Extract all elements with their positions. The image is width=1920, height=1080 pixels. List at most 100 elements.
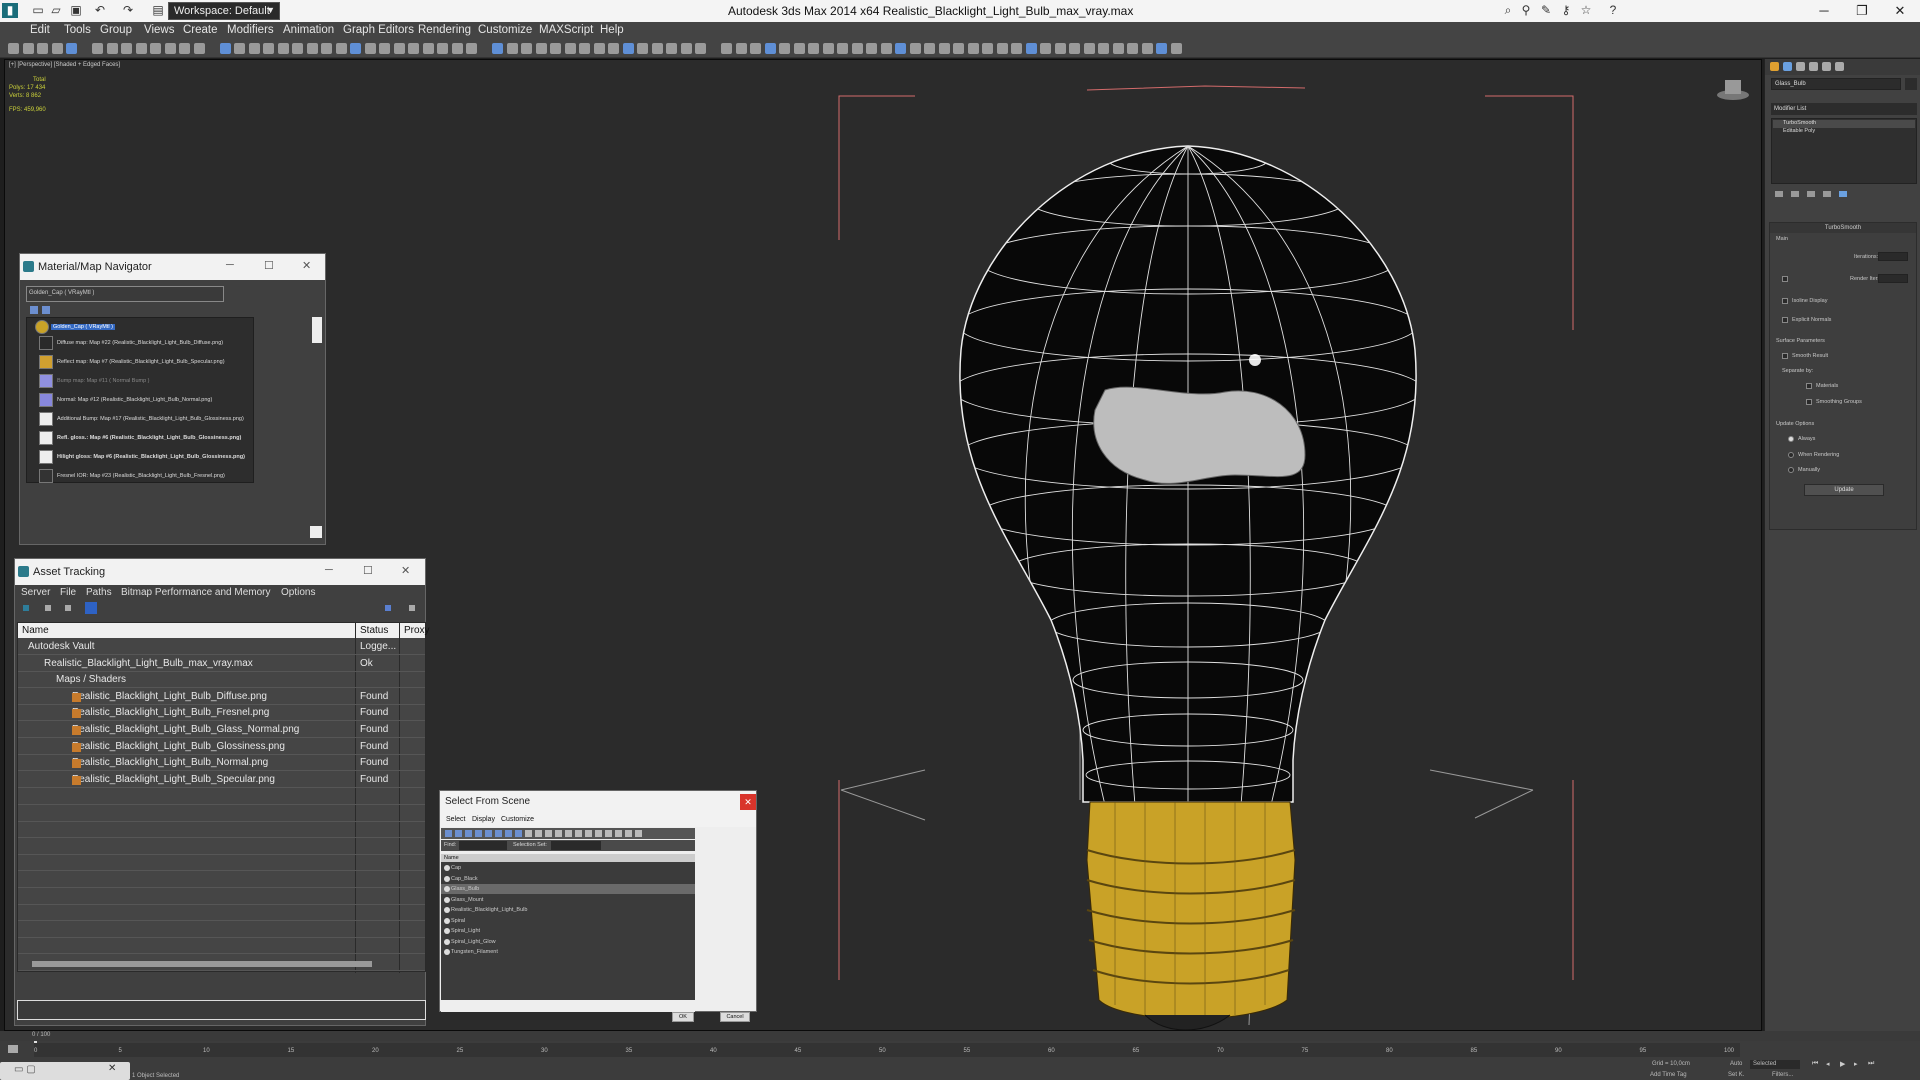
close-icon[interactable]: ✕ bbox=[401, 564, 410, 577]
percent-snap-tool-icon[interactable] bbox=[277, 43, 289, 54]
table-row[interactable]: Maps / Shaders bbox=[18, 672, 425, 689]
table-row[interactable]: Realistic_Blacklight_Light_Bulb_Diffuse.… bbox=[18, 689, 425, 705]
material-editor-tool-icon[interactable] bbox=[895, 43, 906, 54]
configure-sets-icon[interactable] bbox=[1839, 191, 1847, 197]
pivot-tool-icon[interactable] bbox=[1156, 43, 1167, 54]
move-tool-icon[interactable] bbox=[1098, 43, 1109, 54]
menu-tools[interactable]: Tools bbox=[64, 24, 91, 36]
object-name-field[interactable]: Glass_Bulb bbox=[1771, 78, 1901, 90]
menu-paths[interactable]: Paths bbox=[86, 587, 112, 598]
percent-snap-tool-icon[interactable] bbox=[764, 43, 776, 54]
align-tool-icon[interactable] bbox=[335, 43, 347, 54]
filter-toggle-icon[interactable] bbox=[605, 830, 612, 837]
bind-space-warp-tool-icon[interactable] bbox=[535, 43, 547, 54]
graphite-tool-icon[interactable] bbox=[851, 43, 863, 54]
curve-editor-tool-icon[interactable] bbox=[379, 43, 390, 54]
col-status[interactable]: Status bbox=[360, 625, 388, 636]
select-link-tool-icon[interactable] bbox=[506, 43, 518, 54]
filter-toggle-icon[interactable] bbox=[615, 830, 622, 837]
angle-snap-tool-icon[interactable] bbox=[750, 43, 761, 54]
manually-radio[interactable] bbox=[1788, 467, 1794, 473]
filter-toggle-icon[interactable] bbox=[445, 830, 452, 837]
filter-toggle-icon[interactable] bbox=[575, 830, 582, 837]
mirror-tool-icon[interactable] bbox=[321, 43, 332, 54]
redo-icon[interactable]: ↷ bbox=[120, 3, 136, 18]
render-iterative-tool-icon[interactable] bbox=[953, 43, 964, 54]
tree-scrollbar[interactable] bbox=[312, 317, 322, 343]
spinner-snap-tool-icon[interactable] bbox=[292, 43, 303, 54]
go-to-end-icon[interactable]: ⏭ bbox=[1868, 1060, 1874, 1068]
iterations-spinner[interactable] bbox=[1878, 252, 1908, 261]
col-name[interactable]: Name bbox=[22, 625, 49, 636]
sfs-menu-display[interactable]: Display bbox=[472, 816, 495, 823]
schematic-tool-icon[interactable] bbox=[880, 43, 892, 54]
list-mode-icon[interactable] bbox=[85, 602, 97, 614]
smoothing-groups-checkbox[interactable] bbox=[1806, 399, 1812, 405]
ref-coord-tool-icon[interactable] bbox=[666, 43, 677, 54]
window-crossing-tool-icon[interactable] bbox=[121, 43, 132, 54]
move-tool-icon[interactable] bbox=[622, 43, 634, 54]
workspace-dropdown[interactable]: Workspace: Default ▼ bbox=[168, 2, 280, 20]
scene-object-item[interactable]: Glass_Bulb bbox=[441, 884, 695, 894]
app-logo-icon[interactable]: ▮ bbox=[2, 3, 18, 18]
render-tool-icon[interactable] bbox=[451, 43, 463, 54]
layer-manager-tool-icon[interactable] bbox=[837, 43, 848, 54]
sfs-menu-customize[interactable]: Customize bbox=[501, 816, 534, 823]
stack-item-editable-poly[interactable]: Editable Poly bbox=[1773, 128, 1815, 134]
list-view-icon[interactable] bbox=[30, 306, 38, 314]
filter-toggle-icon[interactable] bbox=[505, 830, 512, 837]
menu-bitmap-performance[interactable]: Bitmap Performance and Memory bbox=[121, 587, 271, 598]
select-link-tool-icon[interactable] bbox=[8, 43, 19, 54]
rendered-frame-tool-icon[interactable] bbox=[924, 43, 935, 54]
refresh-icon[interactable] bbox=[45, 605, 51, 611]
navigator-search-field[interactable]: Golden_Cap ( VRayMtl ) bbox=[26, 286, 224, 302]
star-icon[interactable]: ☆ bbox=[1578, 3, 1594, 18]
scene-object-item[interactable]: Spiral bbox=[441, 916, 695, 926]
filter-toggle-icon[interactable] bbox=[465, 830, 472, 837]
select-by-name-tool-icon[interactable] bbox=[1054, 43, 1066, 54]
mini-curve-editor-icon[interactable] bbox=[8, 1045, 18, 1053]
minimize-icon[interactable]: ─ bbox=[226, 259, 234, 271]
select-by-name-tool-icon[interactable] bbox=[579, 43, 590, 54]
close-button[interactable]: ✕ bbox=[1878, 0, 1920, 22]
explicit-normals-checkbox[interactable] bbox=[1782, 317, 1788, 323]
close-icon[interactable]: ✕ bbox=[302, 259, 311, 272]
go-to-start-icon[interactable]: ⏮ bbox=[1812, 1060, 1818, 1068]
help-icon[interactable]: ? bbox=[1605, 3, 1621, 18]
material-editor-tool-icon[interactable] bbox=[408, 43, 419, 54]
menu-group[interactable]: Group bbox=[100, 24, 132, 36]
menu-server[interactable]: Server bbox=[21, 587, 50, 598]
filter-toggle-icon[interactable] bbox=[545, 830, 552, 837]
scene-object-item[interactable]: Cap_Black bbox=[441, 874, 695, 884]
open-file-icon[interactable]: ▱ bbox=[48, 3, 64, 18]
graphite-tool-icon[interactable] bbox=[364, 43, 376, 54]
menu-help[interactable]: Help bbox=[600, 24, 624, 36]
table-row[interactable]: Realistic_Blacklight_Light_Bulb_Glossine… bbox=[18, 739, 425, 755]
manipulate-tool-icon[interactable] bbox=[219, 43, 231, 54]
bind-space-warp-tool-icon[interactable] bbox=[1011, 43, 1022, 54]
filter-toggle-icon[interactable] bbox=[485, 830, 492, 837]
filter-toggle-icon[interactable] bbox=[635, 830, 642, 837]
filter-toggle-icon[interactable] bbox=[585, 830, 592, 837]
isoline-checkbox[interactable] bbox=[1782, 298, 1788, 304]
unlink-tool-icon[interactable] bbox=[996, 43, 1008, 54]
spinner-snap-tool-icon[interactable] bbox=[779, 43, 790, 54]
rollout-title[interactable]: TurboSmooth bbox=[1770, 223, 1916, 233]
time-slider[interactable]: 0 / 100 bbox=[0, 1031, 1920, 1041]
menu-file[interactable]: File bbox=[60, 587, 76, 598]
menu-options[interactable]: Options bbox=[281, 587, 315, 598]
track-bar[interactable]: 0 5 10 15 20 25 30 35 40 45 50 55 60 65 70 75 80 85 90 95 10… bbox=[34, 1043, 1740, 1057]
scene-object-item[interactable]: Spiral_Light bbox=[441, 926, 695, 936]
update-button[interactable]: Update bbox=[1804, 484, 1884, 496]
play-icon[interactable]: ▶ bbox=[1840, 1060, 1845, 1068]
scene-object-item[interactable]: Glass_Mount bbox=[441, 895, 695, 905]
align-tool-icon[interactable] bbox=[822, 43, 834, 54]
icon-view-icon[interactable] bbox=[42, 306, 50, 314]
new-file-icon[interactable]: ▭ bbox=[30, 3, 46, 18]
table-row[interactable]: Autodesk Vault Logge... bbox=[18, 639, 425, 655]
table-row[interactable]: Realistic_Blacklight_Light_Bulb_Glass_No… bbox=[18, 722, 425, 738]
undo-icon[interactable]: ↶ bbox=[92, 3, 108, 18]
angle-snap-tool-icon[interactable] bbox=[263, 43, 274, 54]
filter-toggle-icon[interactable] bbox=[595, 830, 602, 837]
golden-cap-mesh[interactable] bbox=[1086, 801, 1296, 1030]
